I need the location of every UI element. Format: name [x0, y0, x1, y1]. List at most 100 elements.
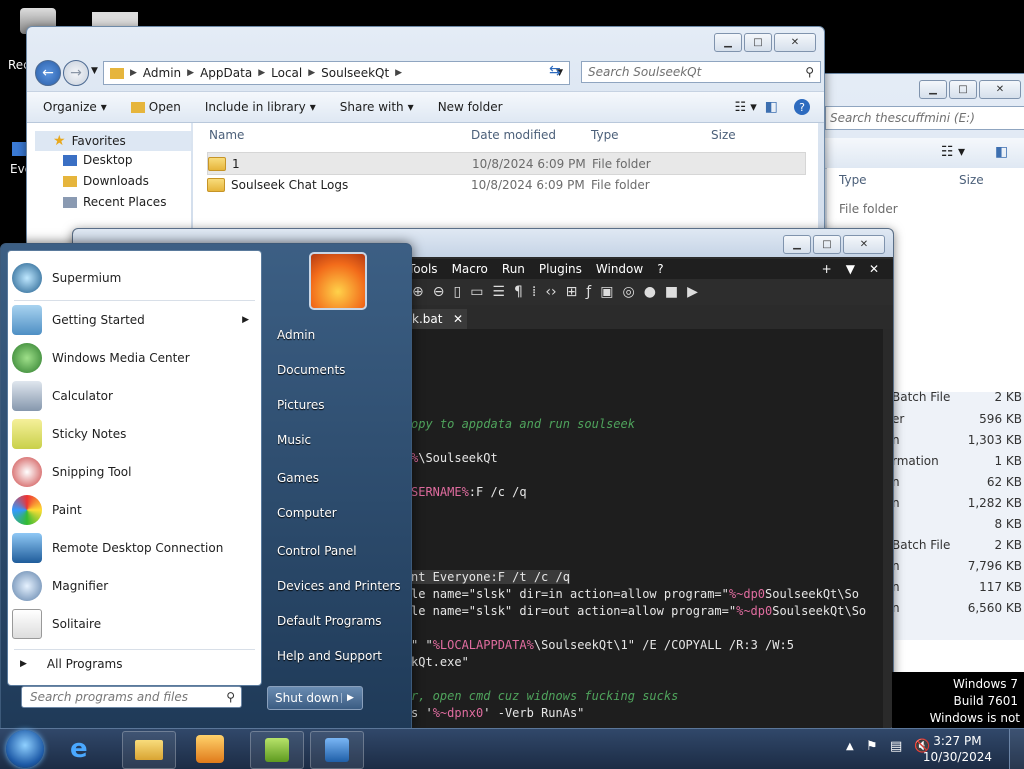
- breadcrumb-soulseekqt[interactable]: SoulseekQt: [315, 66, 395, 80]
- explorer-window-soulseekqt[interactable]: ▁ □ ✕ ← → ▼ ▶ Admin ▶ AppData ▶ Local ▶ …: [26, 26, 825, 258]
- word-wrap-icon[interactable]: ☰: [492, 284, 505, 300]
- column-header-size[interactable]: Size: [959, 168, 984, 192]
- search-input[interactable]: Search thescuffmini (E:): [825, 106, 1024, 130]
- nav-item-desktop[interactable]: Desktop: [63, 153, 133, 167]
- close-tab-icon[interactable]: ✕: [453, 309, 463, 329]
- zoom-in-icon[interactable]: ⊕: [412, 284, 424, 300]
- menu-tools[interactable]: Tools: [408, 262, 438, 276]
- nav-item-recent-places[interactable]: Recent Places: [63, 195, 166, 209]
- program-magnifier[interactable]: Magnifier: [12, 569, 257, 603]
- close-button[interactable]: ✕: [979, 80, 1021, 99]
- new-tab-button[interactable]: +: [822, 262, 832, 276]
- sync-vertical-icon[interactable]: ▯: [453, 284, 461, 300]
- menu-macro[interactable]: Macro: [452, 262, 488, 276]
- menu-plugins[interactable]: Plugins: [539, 262, 582, 276]
- event-viewer-icon[interactable]: [12, 142, 26, 156]
- program-supermium[interactable]: Supermium: [12, 261, 257, 295]
- search-input[interactable]: Search SoulseekQt ⚲: [581, 61, 821, 83]
- start-link-devices-printers[interactable]: Devices and Printers: [277, 579, 401, 593]
- tab-batch-file[interactable]: k.bat ✕: [408, 309, 467, 329]
- tab-list-button[interactable]: ▼: [846, 262, 855, 276]
- start-link-games[interactable]: Games: [277, 471, 319, 485]
- maximize-button[interactable]: □: [949, 80, 977, 99]
- maximize-button[interactable]: □: [744, 33, 772, 52]
- nav-item-downloads[interactable]: Downloads: [63, 174, 149, 188]
- code-icon[interactable]: ‹›: [545, 284, 556, 300]
- favorites-group[interactable]: ★ Favorites: [35, 131, 191, 151]
- menu-help[interactable]: ?: [657, 262, 663, 276]
- view-options-icon[interactable]: ☷ ▾: [734, 100, 756, 115]
- user-avatar[interactable]: [309, 252, 367, 310]
- show-all-chars-icon[interactable]: ¶: [514, 284, 523, 300]
- organize-button[interactable]: Organize ▾: [43, 100, 107, 114]
- preview-pane-icon[interactable]: ◧: [765, 99, 778, 115]
- program-calculator[interactable]: Calculator: [12, 379, 257, 413]
- address-bar[interactable]: ▶ Admin ▶ AppData ▶ Local ▶ SoulseekQt ▶…: [103, 61, 570, 85]
- function-list-icon[interactable]: ƒ: [586, 284, 591, 300]
- minimize-button[interactable]: ▁: [714, 33, 742, 52]
- column-header-size[interactable]: Size: [711, 123, 736, 147]
- indent-guide-icon[interactable]: ⁞: [532, 284, 536, 300]
- program-solitaire[interactable]: Solitaire: [12, 607, 257, 641]
- file-row[interactable]: Soulseek Chat Logs 10/8/2024 6:09 PM Fil…: [207, 174, 778, 195]
- desktop-file-icon[interactable]: [92, 12, 138, 26]
- program-snipping-tool[interactable]: Snipping Tool: [12, 455, 257, 489]
- start-search-input[interactable]: Search programs and files ⚲: [21, 686, 242, 708]
- program-remote-desktop[interactable]: Remote Desktop Connection: [12, 531, 257, 565]
- program-getting-started[interactable]: Getting Started ▶: [12, 303, 257, 337]
- preview-pane-icon[interactable]: ◧: [995, 144, 1008, 160]
- start-link-pictures[interactable]: Pictures: [277, 398, 325, 412]
- program-sticky-notes[interactable]: Sticky Notes: [12, 417, 257, 451]
- start-link-default-programs[interactable]: Default Programs: [277, 614, 382, 628]
- clock[interactable]: 3:27 PM 10/30/2024: [923, 733, 992, 765]
- program-windows-media-center[interactable]: Windows Media Center: [12, 341, 257, 375]
- action-center-flag-icon[interactable]: ⚑: [866, 739, 878, 754]
- share-with-button[interactable]: Share with ▾: [340, 100, 414, 114]
- shutdown-options-icon[interactable]: ▶: [341, 693, 354, 703]
- taskbar-soulseek-button[interactable]: [310, 731, 364, 769]
- taskbar-notepad-plus-plus-button[interactable]: [250, 731, 304, 769]
- zoom-out-icon[interactable]: ⊖: [433, 284, 445, 300]
- network-icon[interactable]: ▤: [890, 739, 902, 754]
- monitor-icon[interactable]: ▣: [600, 284, 613, 300]
- shutdown-button[interactable]: Shut down ▶: [267, 686, 363, 710]
- show-hidden-icons-icon[interactable]: ▲: [846, 741, 854, 752]
- breadcrumb-local[interactable]: Local: [265, 66, 308, 80]
- focus-icon[interactable]: ◎: [622, 284, 634, 300]
- menu-run[interactable]: Run: [502, 262, 525, 276]
- column-header-name[interactable]: Name: [209, 123, 244, 147]
- column-header-date[interactable]: Date modified: [471, 123, 556, 147]
- breadcrumb-appdata[interactable]: AppData: [194, 66, 258, 80]
- include-in-library-button[interactable]: Include in library ▾: [205, 100, 316, 114]
- column-header-type[interactable]: Type: [591, 123, 619, 147]
- search-icon[interactable]: ⚲: [805, 65, 814, 79]
- refresh-icon[interactable]: ⇆: [549, 63, 561, 79]
- sync-horizontal-icon[interactable]: ▭: [470, 284, 483, 300]
- breadcrumb-admin[interactable]: Admin: [137, 66, 187, 80]
- code-editor[interactable]: opy to appdata and run soulseek %\Soulse…: [408, 329, 883, 729]
- close-button[interactable]: ✕: [774, 33, 816, 52]
- search-icon[interactable]: ⚲: [226, 690, 235, 704]
- minimize-button[interactable]: ▁: [783, 235, 811, 254]
- start-link-help-support[interactable]: Help and Support: [277, 649, 382, 663]
- forward-button[interactable]: →: [63, 60, 89, 86]
- back-button[interactable]: ←: [35, 60, 61, 86]
- start-link-music[interactable]: Music: [277, 433, 311, 447]
- start-link-documents[interactable]: Documents: [277, 363, 345, 377]
- new-folder-button[interactable]: New folder: [438, 100, 503, 114]
- taskbar-explorer-button[interactable]: [122, 731, 176, 769]
- start-link-admin[interactable]: Admin: [277, 328, 315, 342]
- recent-pages-dropdown-icon[interactable]: ▼: [91, 66, 98, 76]
- map-icon[interactable]: ⊞: [566, 284, 578, 300]
- stop-macro-icon[interactable]: ■: [665, 284, 678, 300]
- show-desktop-button[interactable]: [1009, 729, 1024, 769]
- minimize-button[interactable]: ▁: [919, 80, 947, 99]
- view-options-icon[interactable]: ☷ ▾: [941, 144, 965, 160]
- start-link-computer[interactable]: Computer: [277, 506, 337, 520]
- play-macro-icon[interactable]: ▶: [687, 284, 698, 300]
- close-button[interactable]: ✕: [843, 235, 885, 254]
- close-document-button[interactable]: ✕: [869, 262, 879, 276]
- record-macro-icon[interactable]: ●: [644, 284, 656, 300]
- open-button[interactable]: Open: [130, 100, 181, 114]
- all-programs-button[interactable]: ▶ All Programs: [20, 657, 123, 671]
